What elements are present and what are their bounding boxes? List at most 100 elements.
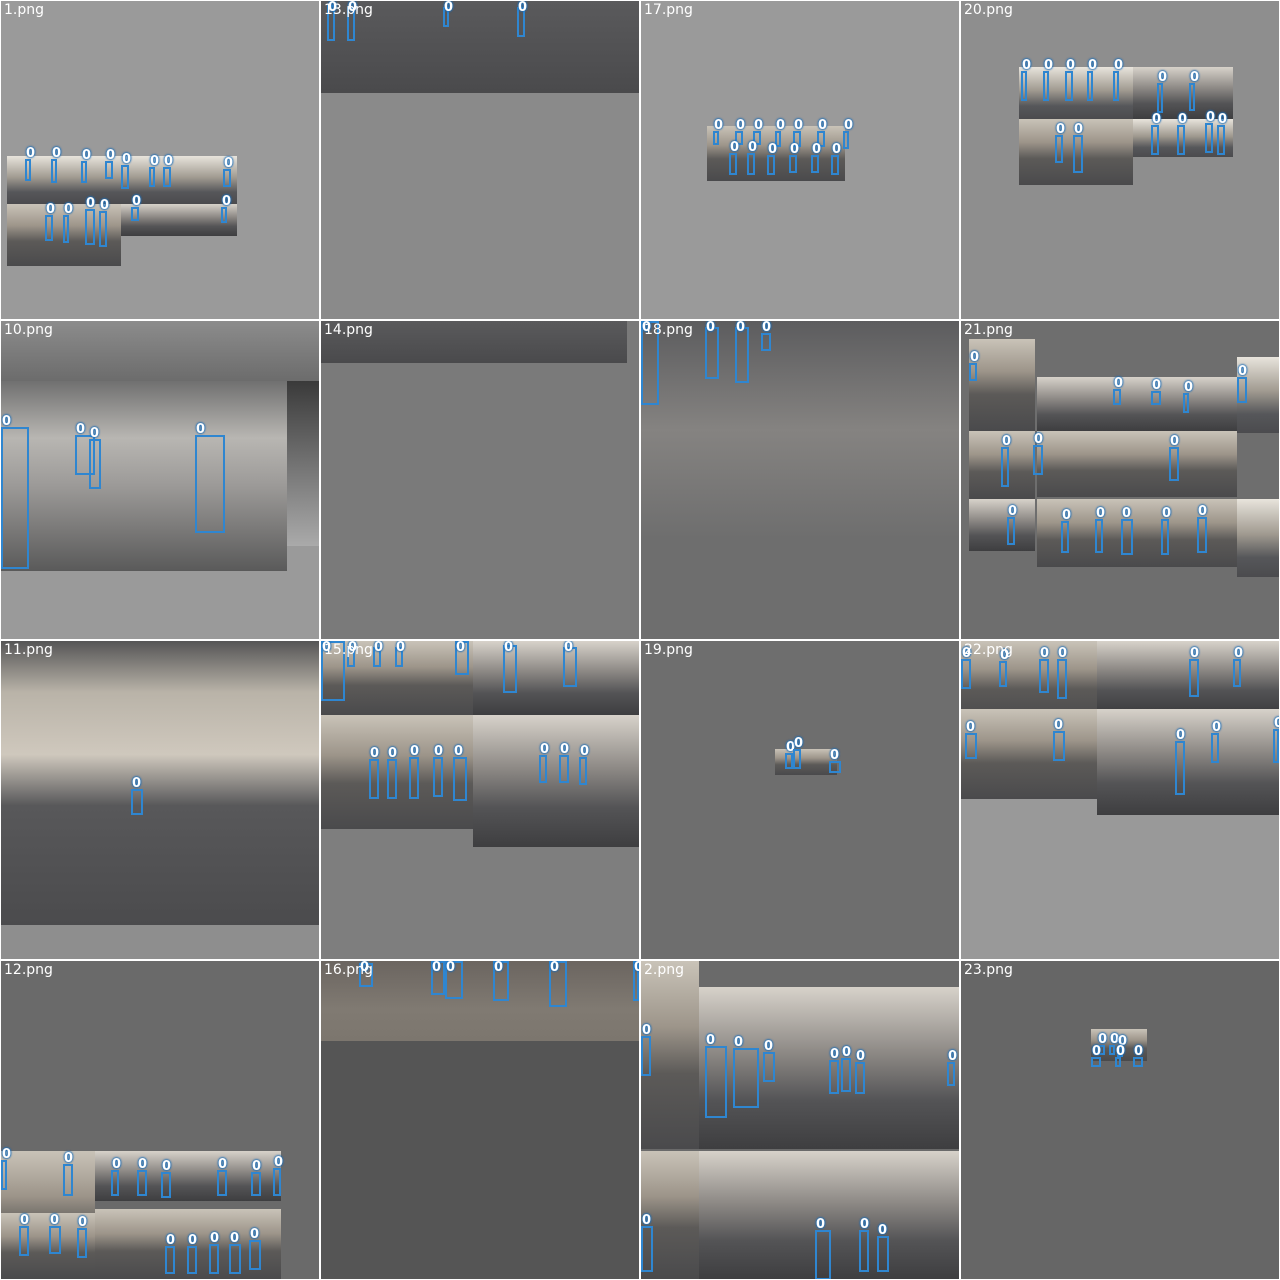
mosaic-tile: 0 0 0 0 18.png	[641, 321, 959, 639]
street-photo-patch	[1097, 709, 1279, 815]
class-label: 0	[764, 1039, 774, 1054]
class-label: 0	[494, 961, 504, 975]
class-label: 0	[1158, 70, 1168, 85]
detection-box	[51, 159, 57, 183]
class-label: 0	[410, 744, 420, 759]
mosaic-tile: 0 0 0 0 0 0 16.png	[321, 961, 639, 1279]
class-label: 0	[1096, 506, 1106, 521]
tile-filename: 1.png	[4, 2, 45, 18]
class-label: 0	[842, 1045, 852, 1060]
class-label: 0	[540, 742, 550, 757]
class-label: 0	[734, 1035, 744, 1050]
class-label: 0	[1190, 70, 1200, 85]
mosaic-grid: 0 0 0 0 0 0 0 0 0 0 0 0 0 0 1.png 0 0 0 0 13.png 0 0 0 0 0 0 0 0 0 0 0…	[0, 0, 1280, 1280]
detection-box	[121, 165, 129, 189]
street-photo-patch	[1, 641, 319, 925]
class-label: 0	[1152, 112, 1162, 127]
class-label: 0	[1152, 378, 1162, 393]
class-label: 0	[1008, 504, 1018, 519]
class-label: 0	[564, 641, 574, 655]
detection-box	[855, 1062, 865, 1094]
detection-box	[1, 1160, 7, 1190]
class-label: 0	[388, 746, 398, 761]
class-label: 0	[1170, 434, 1180, 449]
class-label: 0	[580, 744, 590, 759]
class-label: 0	[20, 1213, 30, 1228]
detection-box	[163, 167, 171, 187]
class-label: 0	[64, 1151, 74, 1166]
tile-filename: 16.png	[324, 962, 373, 978]
class-label: 0	[100, 198, 110, 213]
detection-box	[705, 1046, 727, 1118]
class-label: 0	[706, 1033, 716, 1048]
street-photo-patch	[321, 715, 473, 829]
tile-filename: 21.png	[964, 322, 1013, 338]
class-label: 0	[1002, 434, 1012, 449]
class-label: 0	[1198, 504, 1208, 519]
class-label: 0	[1176, 728, 1186, 743]
street-photo-patch	[641, 321, 959, 539]
class-label: 0	[1274, 716, 1279, 731]
detection-box	[729, 153, 737, 175]
street-photo-patch	[1237, 499, 1279, 577]
detection-box	[1007, 517, 1015, 545]
detection-box	[733, 1048, 759, 1108]
mosaic-tile: 0 0 0 19.png	[641, 641, 959, 959]
class-label: 0	[82, 148, 92, 163]
class-label: 0	[856, 1049, 866, 1064]
detection-box	[49, 1226, 61, 1254]
detection-box	[195, 435, 225, 533]
detection-box	[187, 1246, 197, 1274]
class-label: 0	[736, 118, 746, 133]
street-photo-patch	[1037, 377, 1237, 431]
class-label: 0	[218, 1157, 228, 1172]
class-label: 0	[132, 776, 142, 791]
class-label: 0	[1218, 112, 1228, 127]
detection-box	[1177, 125, 1185, 155]
mosaic-tile: 0 0 0 0 0 0 0 0 0 0 0 0 2.png	[641, 961, 959, 1279]
class-label: 0	[434, 744, 444, 759]
detection-box	[735, 327, 749, 383]
class-label: 0	[878, 1223, 888, 1238]
class-label: 0	[46, 202, 56, 217]
detection-box	[763, 1052, 775, 1082]
mosaic-tile: 0 0 0 0 0 0 0 0 0 0 0 0 0 0 1.png	[1, 1, 319, 319]
class-label: 0	[830, 748, 840, 763]
class-label: 0	[444, 1, 454, 15]
class-label: 0	[1234, 646, 1244, 661]
class-label: 0	[224, 156, 234, 171]
detection-box	[877, 1236, 889, 1272]
class-label: 0	[560, 742, 570, 757]
detection-box	[785, 753, 793, 769]
detection-box	[815, 1230, 831, 1279]
class-label: 0	[1074, 122, 1084, 137]
street-photo-patch	[1, 381, 287, 571]
detection-box	[251, 1172, 261, 1196]
class-label: 0	[122, 152, 132, 167]
class-label: 0	[370, 746, 380, 761]
street-photo-patch	[287, 381, 319, 546]
class-label: 0	[776, 118, 786, 133]
detection-box	[1087, 71, 1093, 101]
detection-box	[137, 1170, 147, 1196]
class-label: 0	[162, 1159, 172, 1174]
class-label: 0	[1056, 122, 1066, 137]
tile-filename: 12.png	[4, 962, 53, 978]
class-label: 0	[1114, 376, 1124, 391]
class-label: 0	[794, 736, 804, 751]
detection-box	[831, 155, 839, 175]
detection-box	[1021, 71, 1027, 101]
tile-filename: 17.png	[644, 2, 693, 18]
street-photo-patch	[1037, 431, 1237, 497]
class-label: 0	[860, 1217, 870, 1232]
mosaic-tile: 0 0 0 0 0 0 23.png	[961, 961, 1279, 1279]
mosaic-tile: 14.png	[321, 321, 639, 639]
class-label: 0	[504, 641, 514, 655]
detection-box	[1273, 729, 1279, 763]
detection-box	[767, 155, 775, 175]
detection-box	[1189, 83, 1195, 111]
detection-box	[105, 161, 113, 179]
class-label: 0	[1022, 58, 1032, 73]
class-label: 0	[714, 118, 724, 133]
mosaic-tile: 0 0 0 0 13.png	[321, 1, 639, 319]
